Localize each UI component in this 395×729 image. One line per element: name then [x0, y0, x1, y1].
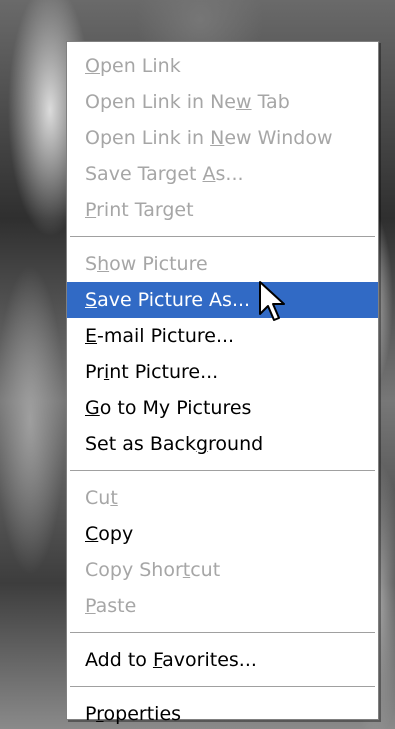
menu-item-label-post: s... [215, 163, 244, 185]
menu-item-set-as-background[interactable]: Set as Background [67, 426, 378, 462]
menu-item-paste: Paste [67, 588, 378, 624]
menu-item-save-picture-as[interactable]: Save Picture As... [67, 282, 378, 318]
menu-item-access-key: P [85, 199, 97, 221]
menu-separator [70, 470, 375, 471]
menu-item-copy[interactable]: Copy [67, 516, 378, 552]
menu-item-label-post: aste [95, 595, 137, 617]
menu-item-label-post: opy [98, 523, 134, 545]
menu-item-print-picture[interactable]: Print Picture... [67, 354, 378, 390]
menu-item-label-post: ow Picture [109, 253, 208, 275]
menu-item-access-key: O [85, 55, 100, 77]
menu-item-label-pre: S [85, 253, 98, 275]
menu-item-access-key: C [85, 523, 99, 545]
menu-item-label-post: round [208, 433, 264, 455]
menu-item-open-link-new-tab: Open Link in New Tab [67, 84, 378, 120]
menu-item-access-key: w [236, 91, 252, 113]
menu-separator [70, 686, 375, 687]
menu-item-access-key: g [195, 433, 209, 455]
menu-item-access-key: S [85, 289, 98, 311]
menu-item-save-target-as: Save Target As... [67, 156, 378, 192]
context-menu: Open Link Open Link in New Tab Open Link… [66, 41, 379, 725]
menu-item-open-link: Open Link [67, 48, 378, 84]
menu-item-cut: Cut [67, 480, 378, 516]
menu-item-label-pre: Save Target [85, 163, 203, 185]
menu-separator [70, 236, 375, 237]
menu-item-label-pre: Pr [85, 361, 104, 383]
menu-item-access-key: A [202, 163, 216, 185]
menu-item-show-picture: Show Picture [67, 246, 378, 282]
menu-item-label-post: operties [103, 703, 182, 725]
menu-item-label-post: Tab [251, 91, 290, 113]
arrow-cursor-icon [259, 281, 285, 321]
menu-item-label-post: ew Window [224, 127, 333, 149]
menu-separator [70, 632, 375, 633]
menu-item-label-post: -mail Picture... [97, 325, 235, 347]
menu-item-access-key: E [85, 325, 98, 347]
menu-item-access-key: N [210, 127, 225, 149]
menu-item-label-post: pen Link [99, 55, 181, 77]
menu-item-properties[interactable]: Properties [67, 696, 378, 729]
menu-item-access-key: t [110, 487, 118, 509]
menu-item-add-to-favorites[interactable]: Add to Favorites... [67, 642, 378, 678]
menu-item-access-key: r [96, 703, 104, 725]
menu-item-access-key: h [97, 253, 110, 275]
menu-item-label-pre: Cu [85, 487, 111, 509]
menu-item-access-key: P [85, 595, 96, 617]
menu-item-label-pre: Open Link in [85, 127, 211, 149]
menu-item-label-post: nt Picture... [109, 361, 219, 383]
menu-item-email-picture[interactable]: E-mail Picture... [67, 318, 378, 354]
menu-item-label-post: avorites... [162, 649, 257, 671]
menu-item-go-to-my-pictures[interactable]: Go to My Pictures [67, 390, 378, 426]
menu-item-label-post: rint Target [96, 199, 194, 221]
menu-item-label-pre: Add to [85, 649, 153, 671]
menu-item-label-post: o to My Pictures [99, 397, 252, 419]
menu-item-print-target: Print Target [67, 192, 378, 228]
menu-item-label-pre: P [85, 703, 97, 725]
menu-item-access-key: F [152, 649, 163, 671]
menu-item-label-pre: Open Link in Ne [85, 91, 236, 113]
menu-item-copy-shortcut: Copy Shortcut [67, 552, 378, 588]
menu-item-access-key: G [85, 397, 100, 419]
menu-item-label-pre: Set as Back [85, 433, 196, 455]
menu-item-label-post: cut [190, 559, 221, 581]
menu-item-label-post: ave Picture As... [97, 289, 251, 311]
menu-item-label-pre: Copy Shor [85, 559, 183, 581]
menu-item-open-link-new-window: Open Link in New Window [67, 120, 378, 156]
